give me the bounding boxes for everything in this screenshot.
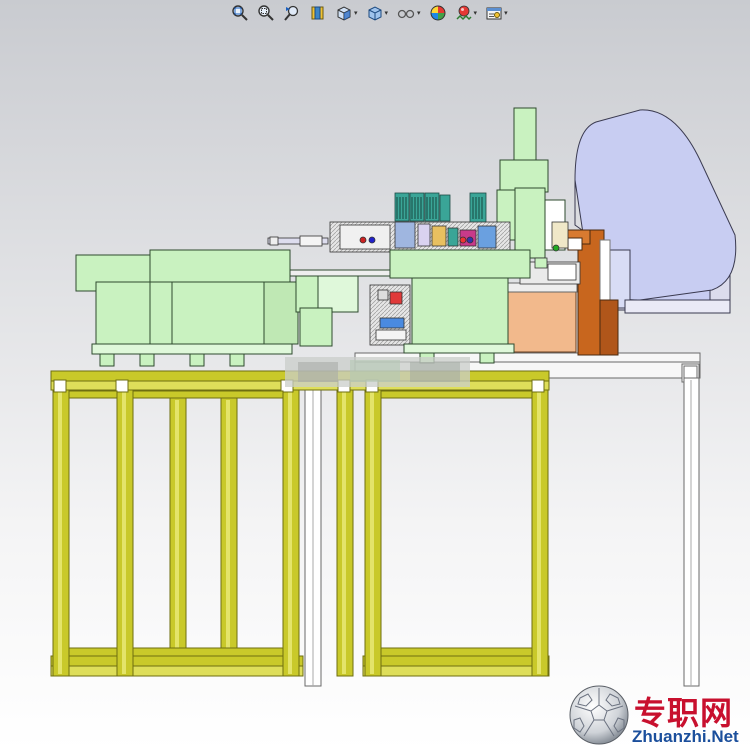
yellow-base-frame xyxy=(50,370,550,677)
chevron-down-icon: ▾ xyxy=(384,9,389,17)
zoom-to-fit-icon xyxy=(232,5,248,21)
heads-up-view-toolbar: ▾ ▾ ▾ ▾ ▾ xyxy=(228,0,550,26)
graphics-viewport[interactable]: ▾ ▾ ▾ ▾ ▾ 专职网 Zhuanzhi.Net xyxy=(0,0,750,750)
display-style-icon xyxy=(368,6,382,21)
chevron-down-icon: ▾ xyxy=(417,9,421,17)
edit-appearance-button[interactable] xyxy=(426,1,450,25)
previous-view-icon xyxy=(284,5,299,21)
green-feeder-body xyxy=(75,249,391,367)
servo-gearboxes xyxy=(394,192,487,224)
peach-block xyxy=(507,289,577,353)
apply-scene-icon xyxy=(456,5,472,21)
watermark: 专职网 Zhuanzhi.Net xyxy=(568,684,750,750)
machine-assembly-model[interactable] xyxy=(0,0,750,750)
section-view-button[interactable] xyxy=(306,1,330,25)
apply-scene-button[interactable]: ▾ xyxy=(452,1,481,25)
view-orientation-button[interactable]: ▾ xyxy=(332,1,361,25)
view-settings-icon xyxy=(486,7,502,20)
white-table-frame xyxy=(304,352,701,687)
soccer-ball-logo-icon xyxy=(569,685,629,745)
edit-appearance-icon xyxy=(430,5,446,21)
blurred-region xyxy=(285,357,470,387)
hide-show-items-button[interactable]: ▾ xyxy=(393,1,424,25)
watermark-english-text: Zhuanzhi.Net xyxy=(632,727,739,746)
chevron-down-icon: ▾ xyxy=(354,9,358,17)
view-settings-button[interactable]: ▾ xyxy=(482,1,511,25)
display-style-button[interactable]: ▾ xyxy=(363,1,392,25)
view-orientation-icon xyxy=(337,6,351,21)
section-view-icon xyxy=(311,6,324,20)
zoom-to-area-icon xyxy=(258,5,274,21)
zoom-to-area-button[interactable] xyxy=(254,1,278,25)
chevron-down-icon: ▾ xyxy=(473,9,478,17)
hide-show-items-icon xyxy=(397,9,415,19)
zoom-to-fit-button[interactable] xyxy=(228,1,252,25)
previous-view-button[interactable] xyxy=(280,1,304,25)
chevron-down-icon: ▾ xyxy=(504,9,508,17)
